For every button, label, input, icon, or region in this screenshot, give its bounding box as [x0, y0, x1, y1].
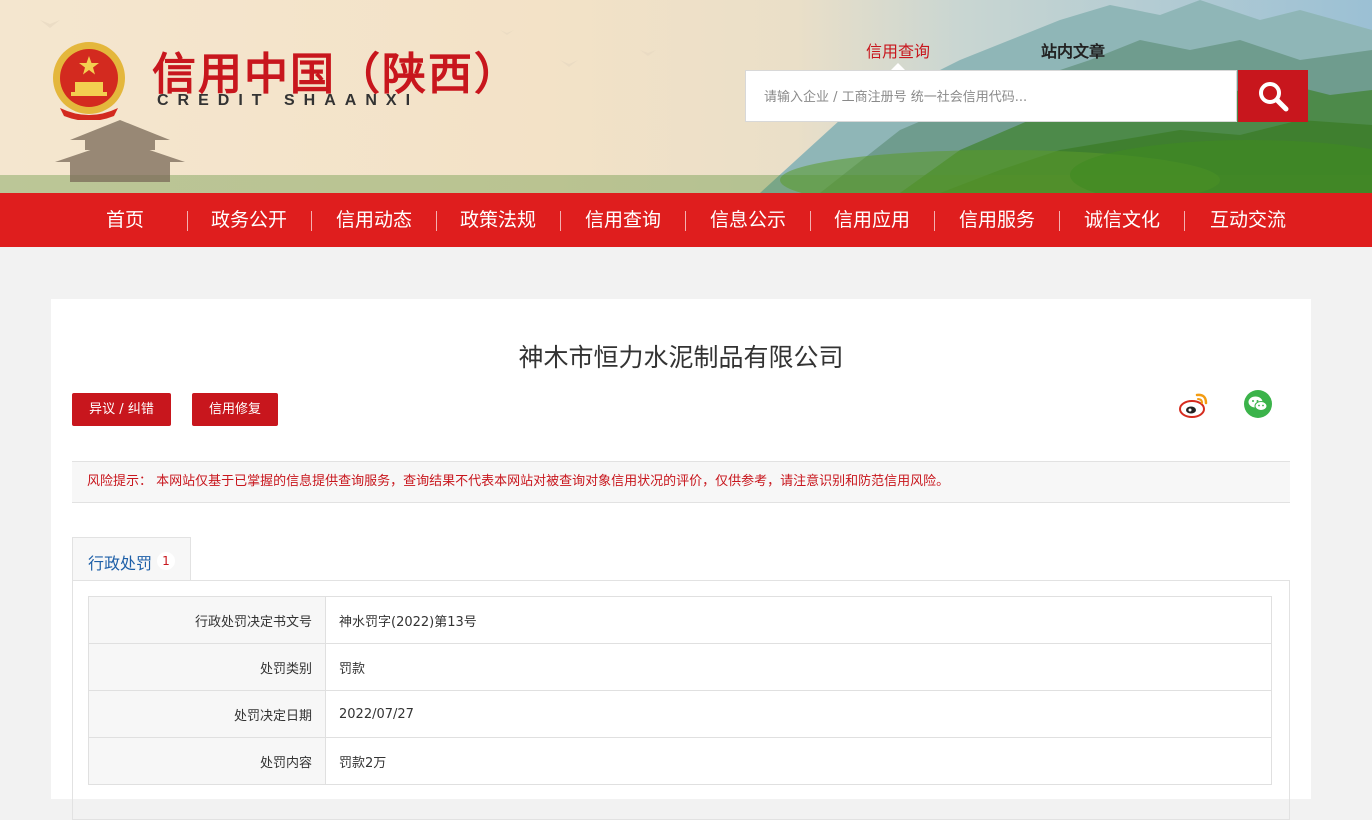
nav-item-home[interactable]: 首页	[106, 193, 144, 247]
field-value: 2022/07/27	[325, 690, 1272, 738]
search-box	[745, 70, 1237, 123]
risk-notice: 风险提示： 本网站仅基于已掌握的信息提供查询服务，查询结果不代表本网站对被查询对…	[72, 461, 1290, 503]
nav-item-integrity-culture[interactable]: 诚信文化	[1084, 193, 1160, 247]
nav-divider	[560, 211, 561, 231]
nav-divider	[810, 211, 811, 231]
active-tab-indicator	[891, 63, 905, 70]
objection-button[interactable]: 异议 / 纠错	[72, 393, 171, 426]
table-row: 处罚类别 罚款	[88, 643, 1272, 691]
nav-item-government[interactable]: 政务公开	[211, 193, 287, 247]
field-label: 行政处罚决定书文号	[88, 596, 326, 644]
field-label: 处罚决定日期	[88, 690, 326, 738]
nav-divider	[1184, 211, 1185, 231]
search-tab-articles[interactable]: 站内文章	[1041, 38, 1105, 62]
field-value: 罚款	[325, 643, 1272, 691]
nav-item-credit-service[interactable]: 信用服务	[959, 193, 1035, 247]
content-card: 神木市恒力水泥制品有限公司 异议 / 纠错 信用修复 风险提示： 本网站仅基于已…	[51, 299, 1311, 820]
nav-divider	[436, 211, 437, 231]
search-tab-credit[interactable]: 信用查询	[866, 38, 930, 62]
site-header: 信用中国（陕西） CREDIT SHAANXI 信用查询 站内文章	[0, 0, 1372, 193]
company-name: 神木市恒力水泥制品有限公司	[518, 343, 844, 372]
tab-label: 行政处罚	[88, 554, 153, 573]
field-value: 罚款2万	[325, 737, 1272, 785]
weibo-icon[interactable]	[1179, 391, 1209, 419]
tab-count-badge: 1	[157, 552, 175, 570]
nav-divider	[1059, 211, 1060, 231]
table-row: 处罚决定日期 2022/07/27	[88, 690, 1272, 738]
credit-repair-button[interactable]: 信用修复	[192, 393, 278, 426]
nav-item-credit-application[interactable]: 信用应用	[834, 193, 910, 247]
search-icon	[1259, 82, 1289, 112]
search-input[interactable]	[762, 71, 1226, 123]
national-emblem-icon	[53, 42, 125, 120]
tab-administrative-penalty[interactable]: 行政处罚 1	[72, 537, 191, 581]
nav-item-credit-query[interactable]: 信用查询	[585, 193, 661, 247]
search-button[interactable]	[1238, 70, 1308, 122]
penalty-table: 行政处罚决定书文号 神水罚字(2022)第13号 处罚类别 罚款 处罚决定日期 …	[88, 596, 1272, 785]
nav-divider	[685, 211, 686, 231]
table-row: 行政处罚决定书文号 神水罚字(2022)第13号	[88, 596, 1272, 644]
main-nav: 首页 政务公开 信用动态 政策法规 信用查询 信息公示 信用应用 信用服务 诚信…	[0, 193, 1372, 247]
table-row: 处罚内容 罚款2万	[88, 737, 1272, 785]
field-value: 神水罚字(2022)第13号	[325, 596, 1272, 644]
nav-item-interaction[interactable]: 互动交流	[1210, 193, 1286, 247]
field-label: 处罚内容	[88, 737, 326, 785]
nav-item-publicity[interactable]: 信息公示	[710, 193, 786, 247]
nav-item-credit-news[interactable]: 信用动态	[336, 193, 412, 247]
nav-item-policy[interactable]: 政策法规	[460, 193, 536, 247]
nav-divider	[934, 211, 935, 231]
nav-divider	[311, 211, 312, 231]
nav-divider	[187, 211, 188, 231]
field-label: 处罚类别	[88, 643, 326, 691]
wechat-icon[interactable]	[1243, 389, 1273, 419]
site-subtitle: CREDIT SHAANXI	[157, 92, 420, 109]
